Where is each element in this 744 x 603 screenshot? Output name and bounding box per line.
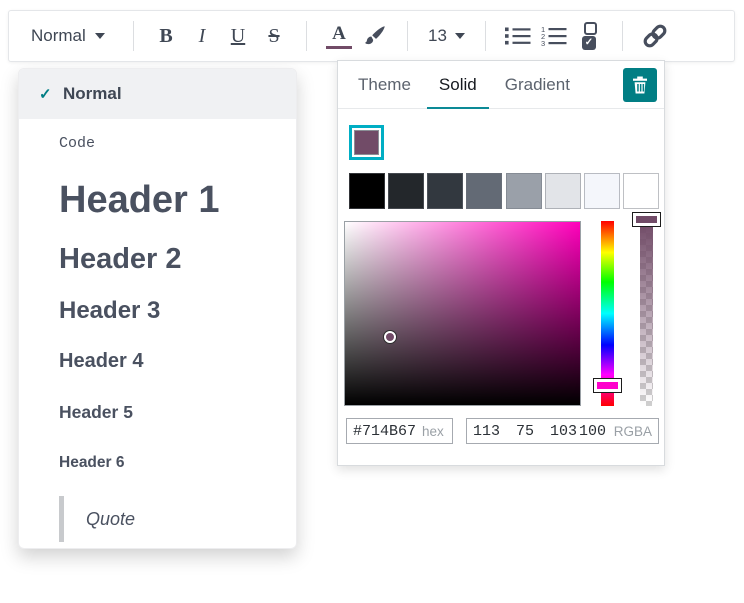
numbered-list-button[interactable]: 1 2 3 [536,18,572,54]
style-menu-item-header1[interactable]: Header 1 [19,167,296,233]
style-menu-item-header3[interactable]: Header 3 [19,285,296,336]
italic-button[interactable]: I [184,18,220,54]
rgb-value: 113 75 103 [473,423,577,440]
font-size-value: 13 [428,26,447,46]
toolbar-separator [133,21,134,51]
reset-color-button[interactable] [623,68,657,102]
alpha-value: 100 [579,423,606,440]
svg-text:3: 3 [541,39,545,47]
palette-swatch[interactable] [545,173,581,209]
paragraph-style-value: Normal [31,26,86,46]
color-picker-tabs: Theme Solid Gradient [338,61,664,109]
style-menu-item-normal[interactable]: ✓ Normal [19,69,296,119]
style-menu-item-label: Header 1 [59,179,220,222]
palette-swatch[interactable] [623,173,659,209]
rgba-input[interactable]: 113 75 103 100 RGBA [466,418,659,444]
checkbox-checked-icon: ✓ [582,36,596,50]
saturation-value-area[interactable] [344,221,581,406]
tab-theme[interactable]: Theme [354,61,415,108]
style-menu-item-label: Header 4 [59,350,144,373]
hex-input[interactable]: #714B67 hex [346,418,453,444]
style-menu-item-label: Normal [63,84,122,104]
style-menu-item-label: Header 5 [59,402,133,423]
opacity-slider-handle[interactable] [633,213,660,226]
highlight-color-button[interactable] [357,18,393,54]
toolbar-separator [485,21,486,51]
trash-icon [632,76,648,94]
bullet-list-icon [505,26,531,46]
font-size-dropdown[interactable]: 13 [422,26,471,46]
selected-color-swatch[interactable] [349,125,384,160]
paragraph-style-dropdown[interactable]: Normal [23,26,119,46]
opacity-slider[interactable] [640,221,653,406]
style-menu-item-quote[interactable]: Quote [19,488,296,549]
palette-swatch[interactable] [584,173,620,209]
style-menu-item-header4[interactable]: Header 4 [19,336,296,387]
font-color-button[interactable]: A [321,18,357,54]
color-picker-popup: Theme Solid Gradient #7 [337,60,665,466]
rgba-suffix-label: RGBA [614,424,652,439]
style-menu-item-header6[interactable]: Header 6 [19,437,296,488]
font-color-swatch-bar [326,46,352,49]
strikethrough-button[interactable]: S [256,18,292,54]
style-menu-item-header2[interactable]: Header 2 [19,233,296,285]
style-menu-item-label: Code [59,135,95,152]
style-menu-item-code[interactable]: Code [19,119,296,167]
gray-palette-row [349,173,659,209]
hue-slider-handle[interactable] [594,379,621,392]
underline-button[interactable]: U [220,18,256,54]
quote-bar [59,496,64,542]
style-menu-item-label: Header 2 [59,243,182,276]
link-icon [641,24,669,48]
tab-solid[interactable]: Solid [435,61,481,108]
font-color-letter: A [332,24,346,43]
caret-down-icon [95,33,105,39]
editor-toolbar: Normal B I U S A 13 1 2 3 [8,10,735,62]
palette-swatch[interactable] [427,173,463,209]
brush-icon [364,25,386,47]
checkbox-empty-icon [584,22,597,35]
tab-gradient[interactable]: Gradient [501,61,574,108]
link-button[interactable] [637,18,673,54]
bullet-list-button[interactable] [500,18,536,54]
paragraph-style-menu: ✓ Normal Code Header 1 Header 2 Header 3… [18,68,297,549]
palette-swatch[interactable] [349,173,385,209]
hex-value: #714B67 [353,423,416,440]
numbered-list-icon: 1 2 3 [541,25,567,47]
style-menu-item-label: Quote [86,509,135,530]
caret-down-icon [455,33,465,39]
checklist-button[interactable]: ✓ [572,18,608,54]
hex-suffix-label: hex [422,424,444,439]
toolbar-separator [622,21,623,51]
saturation-cursor[interactable] [384,331,396,343]
toolbar-separator [407,21,408,51]
toolbar-separator [306,21,307,51]
bold-button[interactable]: B [148,18,184,54]
style-menu-item-label: Header 6 [59,454,124,472]
palette-swatch[interactable] [506,173,542,209]
style-menu-item-header5[interactable]: Header 5 [19,387,296,437]
check-icon: ✓ [39,85,63,103]
opacity-gradient-overlay [640,221,653,406]
style-menu-item-label: Header 3 [59,297,160,325]
palette-swatch[interactable] [466,173,502,209]
palette-swatch[interactable] [388,173,424,209]
